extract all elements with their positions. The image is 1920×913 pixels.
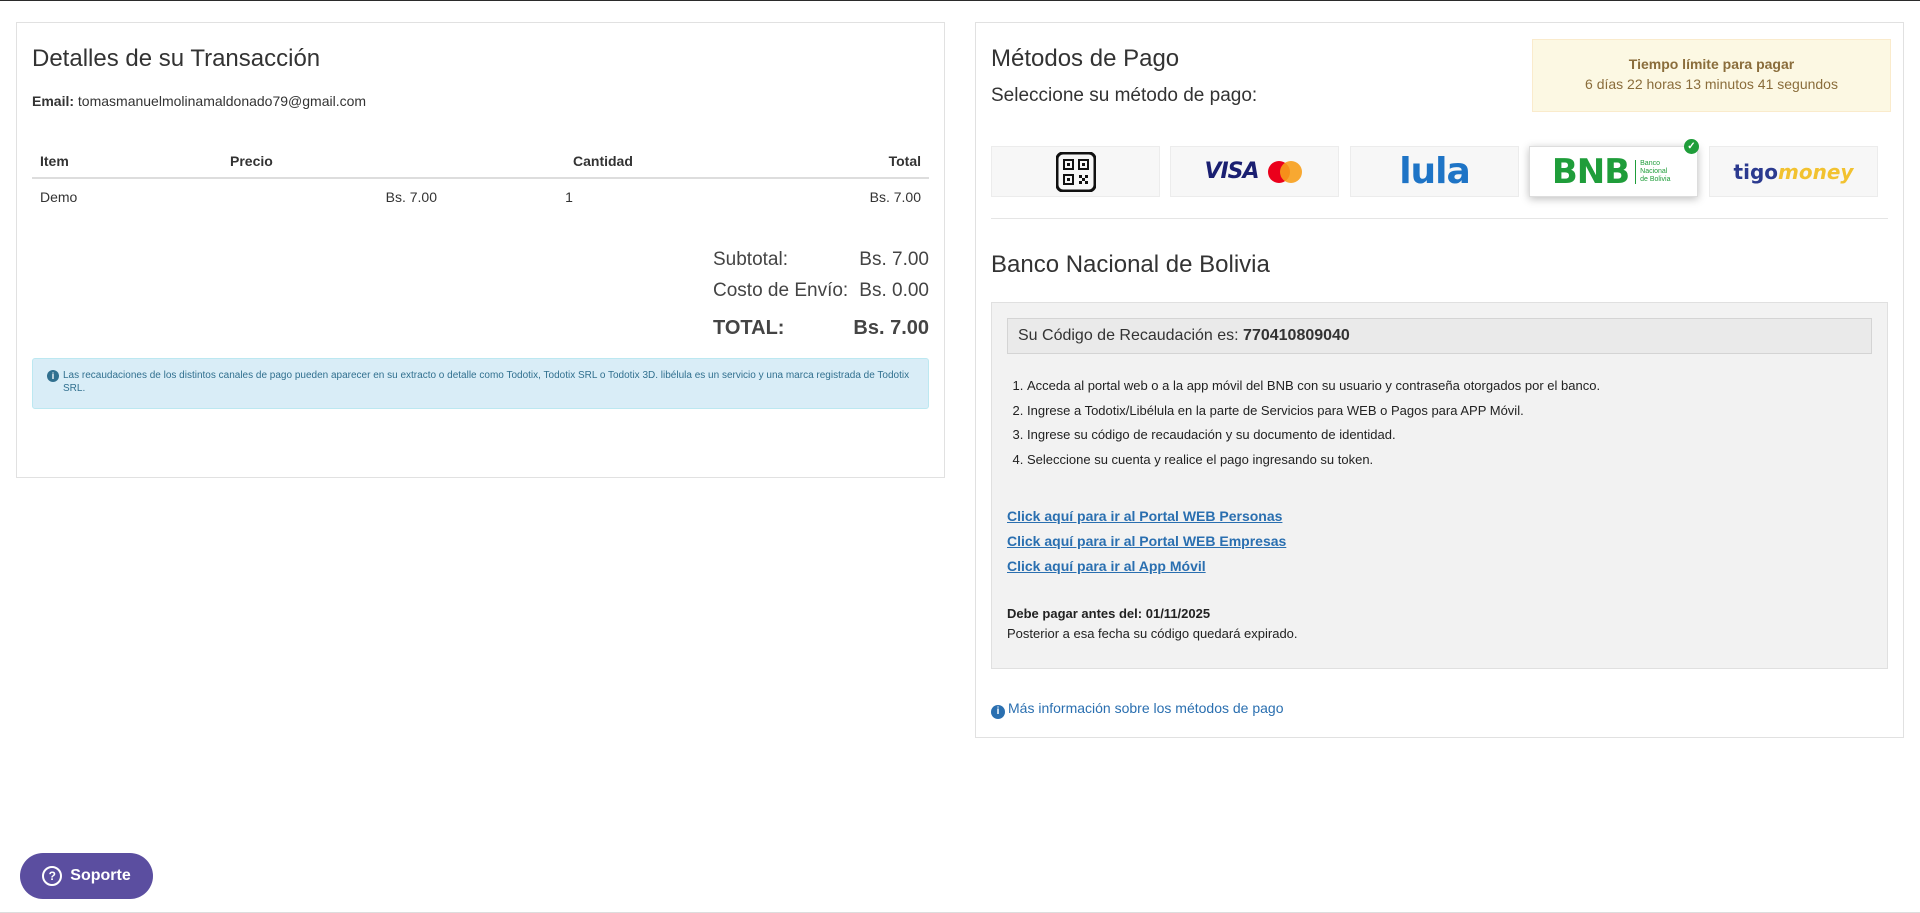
link-portal-empresas[interactable]: Click aquí para ir al Portal WEB Empresa… [1007,529,1872,554]
step-item: Seleccione su cuenta y realice el pago i… [1027,448,1872,473]
deadline-block: Debe pagar antes del: 01/11/2025 Posteri… [1007,604,1872,644]
cell-item: Demo [40,189,78,205]
subtotal-row: Subtotal: Bs. 7.00 [713,249,929,280]
deadline-line: Debe pagar antes del: 01/11/2025 [1007,604,1872,624]
envio-row: Costo de Envío: Bs. 0.00 [713,280,929,311]
methods-title: Métodos de Pago [991,45,1180,72]
header-cantidad: Cantidad [445,145,693,179]
email-line: Email: tomasmanuelmolinamaldonado79@gmai… [32,93,366,109]
bank-instructions-box: Su Código de Recaudación es: 77041080904… [991,302,1888,669]
time-limit-value: 6 días 22 horas 13 minutos 41 segundos [1585,76,1838,92]
methods-divider [991,218,1888,219]
transaction-panel: Detalles de su Transacción Email: tomasm… [16,22,945,478]
step-item: Acceda al portal web o a la app móvil de… [1027,374,1872,399]
envio-label: Costo de Envío: [713,280,849,301]
instruction-steps: Acceda al portal web o a la app móvil de… [1007,374,1872,472]
info-icon: i [47,370,59,382]
mastercard-icon [1267,160,1302,183]
visa-logo: VISA [1204,159,1259,184]
link-app-movil[interactable]: Click aquí para ir al App Móvil [1007,554,1872,579]
payment-methods-row: VISA lula BNB Banco Nacional de Bolivia … [991,139,1894,197]
more-info-label: Más información sobre los métodos de pag… [1008,700,1284,716]
total-label: TOTAL: [713,317,785,339]
method-lula[interactable]: lula [1350,146,1519,197]
envio-value: Bs. 0.00 [859,280,929,301]
code-label: Su Código de Recaudación es: [1018,327,1239,344]
email-label: Email: [32,93,75,109]
tigo-logo: tigo [1733,159,1779,184]
subtotal-value: Bs. 7.00 [859,249,929,270]
info-alert-text: Las recaudaciones de los distintos canal… [63,370,910,394]
table-header-row: Item Precio Cantidad Total [32,145,929,179]
portal-links: Click aquí para ir al Portal WEB Persona… [1007,504,1872,579]
support-label: Soporte [70,867,131,884]
support-button[interactable]: ? Soporte [20,853,153,899]
selected-check-icon: ✓ [1684,139,1699,154]
totals-block: Subtotal: Bs. 7.00 Costo de Envío: Bs. 0… [713,249,929,348]
expire-note: Posterior a esa fecha su código quedará … [1007,626,1298,641]
cell-cantidad: 1 [565,189,573,205]
bnb-subtext: Banco Nacional de Bolivia [1635,159,1675,184]
method-tigo-money[interactable]: tigo money [1709,146,1878,197]
items-table: Item Precio Cantidad Total Demo Bs. 7.00… [32,145,929,215]
method-qr[interactable] [991,146,1160,197]
collection-code-box: Su Código de Recaudación es: 77041080904… [1007,318,1872,354]
subtotal-label: Subtotal: [713,249,788,270]
bank-title: Banco Nacional de Bolivia [991,251,1270,278]
total-value: Bs. 7.00 [853,317,929,339]
deadline-date: 01/11/2025 [1145,606,1211,621]
money-logo: money [1778,159,1854,184]
info-circle-icon: i [991,705,1005,719]
method-card[interactable]: VISA [1170,146,1339,197]
cell-precio: Bs. 7.00 [385,189,437,205]
total-row: TOTAL: Bs. 7.00 [713,317,929,348]
payment-methods-panel: Métodos de Pago Seleccione su método de … [975,22,1904,738]
collection-code: 770410809040 [1243,327,1350,344]
cell-total: Bs. 7.00 [869,189,921,205]
header-item: Item [32,145,222,179]
time-limit-title: Tiempo límite para pagar [1628,56,1795,72]
email-value: tomasmanuelmolinamaldonado79@gmail.com [77,93,367,109]
bnb-logo: BNB [1551,151,1630,192]
method-bnb[interactable]: BNB Banco Nacional de Bolivia ✓ [1529,139,1699,197]
header-total: Total [693,145,929,179]
info-alert: i Las recaudaciones de los distintos can… [32,358,929,409]
step-item: Ingrese a Todotix/Libélula en la parte d… [1027,399,1872,424]
help-circle-icon: ? [42,866,63,886]
time-limit-box: Tiempo límite para pagar 6 días 22 horas… [1532,39,1891,112]
header-precio: Precio [222,145,445,179]
deadline-label: Debe pagar antes del: [1007,606,1143,621]
lula-logo: lula [1399,151,1471,192]
step-item: Ingrese su código de recaudación y su do… [1027,423,1872,448]
transaction-title: Detalles de su Transacción [32,45,321,72]
table-row: Demo Bs. 7.00 1 Bs. 7.00 [32,178,929,215]
qr-code-icon [1055,151,1096,192]
methods-subtitle: Seleccione su método de pago: [991,85,1258,106]
more-info-link[interactable]: i Más información sobre los métodos de pa… [991,700,1283,719]
link-portal-personas[interactable]: Click aquí para ir al Portal WEB Persona… [1007,504,1872,529]
